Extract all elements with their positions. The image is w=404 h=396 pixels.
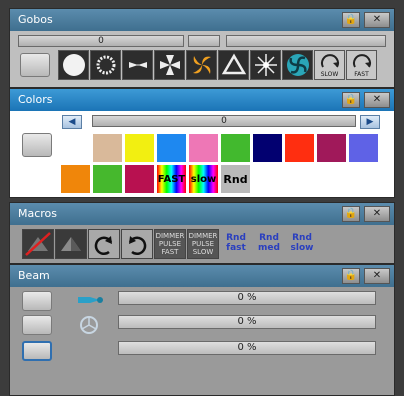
- next-arrow-button[interactable]: ▶: [360, 115, 380, 129]
- rotate-ccw-icon[interactable]: [88, 229, 120, 259]
- beam-panel: Beam 🔒 ✕ 0 % 0 % 0 %: [9, 264, 395, 396]
- color-swatch[interactable]: [220, 133, 251, 163]
- gobos-slider-handle[interactable]: [188, 35, 220, 47]
- rainbow-fast-button[interactable]: FAST: [156, 164, 187, 194]
- random-med-button[interactable]: Rnd med: [253, 229, 285, 259]
- colors-toggle-button[interactable]: [22, 133, 52, 157]
- beam-body: 0 % 0 % 0 %: [10, 287, 394, 395]
- fan-icon[interactable]: [154, 50, 185, 80]
- spiral-icon[interactable]: [186, 50, 217, 80]
- color-swatch[interactable]: [60, 164, 91, 194]
- color-swatch[interactable]: [124, 164, 155, 194]
- beam-progress-1[interactable]: 0 %: [118, 291, 376, 305]
- colors-slider[interactable]: 0: [92, 115, 356, 127]
- prism-off-icon[interactable]: [22, 229, 54, 259]
- color-swatch[interactable]: [284, 133, 315, 163]
- colors-titlebar: Colors 🔒 ✕: [10, 89, 394, 111]
- lock-icon[interactable]: 🔒: [342, 206, 360, 222]
- starburst-icon[interactable]: [250, 50, 281, 80]
- prev-arrow-button[interactable]: ◀: [62, 115, 82, 129]
- random-slow-button[interactable]: Rnd slow: [286, 229, 318, 259]
- gobos-panel: Gobos 🔒 ✕ 0 SLOW FAST: [9, 8, 395, 88]
- prism-icon[interactable]: [55, 229, 87, 259]
- colors-title: Colors: [18, 93, 53, 106]
- colors-body: ◀ 0 ▶ FAST slow Rnd: [10, 111, 394, 197]
- beam-title: Beam: [18, 269, 50, 282]
- gobos-body: 0 SLOW FAST: [10, 31, 394, 87]
- beam-titlebar: Beam 🔒 ✕: [10, 265, 394, 287]
- rotate-fast-icon[interactable]: FAST: [346, 50, 377, 80]
- slow-label: SLOW: [320, 70, 339, 78]
- beam-focus-icon: [76, 291, 104, 313]
- close-icon[interactable]: ✕: [364, 206, 390, 222]
- color-swatch[interactable]: [252, 133, 283, 163]
- color-swatch[interactable]: [92, 164, 123, 194]
- gobos-titlebar: Gobos 🔒 ✕: [10, 9, 394, 31]
- lock-icon[interactable]: 🔒: [342, 268, 360, 284]
- swirl-icon[interactable]: [282, 50, 313, 80]
- random-color-button[interactable]: Rnd: [220, 164, 251, 194]
- dots-ring-icon[interactable]: [90, 50, 121, 80]
- beam-button-2[interactable]: [22, 315, 52, 335]
- macros-body: DIMMER PULSE FAST DIMMER PULSE SLOW Rnd …: [10, 225, 394, 263]
- beam-progress-3[interactable]: 0 %: [118, 341, 376, 355]
- macros-title: Macros: [18, 207, 58, 220]
- lock-icon[interactable]: 🔒: [342, 92, 360, 108]
- beam-button-3[interactable]: [22, 341, 52, 361]
- open-circle-icon[interactable]: [58, 50, 89, 80]
- color-swatch[interactable]: [156, 133, 187, 163]
- color-swatch[interactable]: [92, 133, 123, 163]
- color-swatch[interactable]: [316, 133, 347, 163]
- color-swatch[interactable]: [348, 133, 379, 163]
- gobos-title: Gobos: [18, 13, 53, 26]
- dimmer-pulse-fast-button[interactable]: DIMMER PULSE FAST: [154, 229, 186, 259]
- colors-panel: Colors 🔒 ✕ ◀ 0 ▶ FAST slow Rnd: [9, 88, 395, 198]
- random-fast-button[interactable]: Rnd fast: [220, 229, 252, 259]
- close-icon[interactable]: ✕: [364, 12, 390, 28]
- rotate-cw-icon[interactable]: [121, 229, 153, 259]
- lock-icon[interactable]: 🔒: [342, 12, 360, 28]
- gobos-slider-track[interactable]: 0: [18, 35, 184, 47]
- iris-icon: [78, 315, 100, 339]
- gobos-slider-track-right[interactable]: [226, 35, 386, 47]
- color-swatch[interactable]: [188, 133, 219, 163]
- gobos-toggle-button[interactable]: [20, 53, 50, 77]
- dimmer-pulse-slow-button[interactable]: DIMMER PULSE SLOW: [187, 229, 219, 259]
- rotate-slow-icon[interactable]: SLOW: [314, 50, 345, 80]
- close-icon[interactable]: ✕: [364, 92, 390, 108]
- bowtie-icon[interactable]: [122, 50, 153, 80]
- rainbow-slow-button[interactable]: slow: [188, 164, 219, 194]
- color-swatch[interactable]: [124, 133, 155, 163]
- beam-progress-2[interactable]: 0 %: [118, 315, 376, 329]
- fast-label: FAST: [354, 70, 369, 78]
- macros-panel: Macros 🔒 ✕ DIMMER PULSE FAST DIMMER PULS…: [9, 202, 395, 264]
- macros-titlebar: Macros 🔒 ✕: [10, 203, 394, 225]
- close-icon[interactable]: ✕: [364, 268, 390, 284]
- beam-button-1[interactable]: [22, 291, 52, 311]
- triangle-icon[interactable]: [218, 50, 249, 80]
